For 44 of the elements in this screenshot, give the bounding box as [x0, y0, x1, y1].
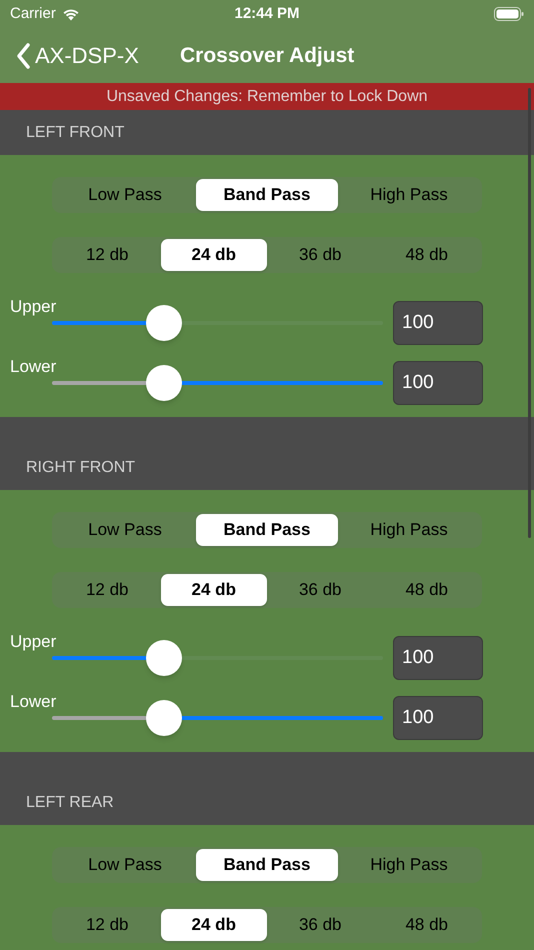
slider-label: Lower: [10, 356, 56, 378]
filter-tab[interactable]: High Pass: [338, 514, 480, 546]
filter-tab[interactable]: Band Pass: [196, 179, 338, 211]
slope-tab[interactable]: 36 db: [267, 574, 374, 606]
filter-tab[interactable]: Low Pass: [54, 514, 196, 546]
filter-tab[interactable]: Low Pass: [54, 179, 196, 211]
slider-label: Upper: [10, 296, 56, 318]
slope-tab[interactable]: 48 db: [374, 239, 480, 271]
carrier-label: Carrier: [10, 4, 56, 24]
slope-tab[interactable]: 12 db: [54, 239, 160, 271]
slope-tab[interactable]: 48 db: [374, 574, 480, 606]
slider-thumb[interactable]: [146, 700, 182, 736]
filter-tab[interactable]: Band Pass: [196, 514, 338, 546]
warning-banner: Unsaved Changes: Remember to Lock Down: [0, 83, 534, 110]
clock-time: 12:44 PM: [234, 4, 300, 24]
slope-tab[interactable]: 24 db: [160, 239, 267, 271]
slope-tab[interactable]: 12 db: [54, 909, 160, 941]
screen-title: Crossover Adjust: [180, 42, 354, 69]
slider-label: Upper: [10, 631, 56, 653]
filter-tab[interactable]: Low Pass: [54, 849, 196, 881]
filter-tab[interactable]: High Pass: [338, 849, 480, 881]
slope-tab[interactable]: 12 db: [54, 574, 160, 606]
filter-tab[interactable]: Band Pass: [196, 849, 338, 881]
section-title: RIGHT FRONT: [26, 458, 136, 478]
slope-tab[interactable]: 48 db: [374, 909, 480, 941]
slope-tab[interactable]: 24 db: [160, 574, 267, 606]
slope-tab[interactable]: 24 db: [160, 909, 267, 941]
slider-label: Lower: [10, 691, 56, 713]
slider-thumb[interactable]: [146, 365, 182, 401]
slope-tab[interactable]: 36 db: [267, 909, 374, 941]
section-title: LEFT REAR: [26, 793, 114, 813]
battery-icon: [494, 7, 524, 21]
back-button[interactable]: AX-DSP-X: [0, 39, 139, 72]
value-field[interactable]: 100: [393, 301, 483, 345]
value-field[interactable]: 100: [393, 696, 483, 740]
wifi-icon: [62, 8, 80, 20]
filter-tab[interactable]: High Pass: [338, 179, 480, 211]
chevron-left-icon: [16, 42, 31, 70]
value-field[interactable]: 100: [393, 636, 483, 680]
slider-thumb[interactable]: [146, 640, 182, 676]
slider-thumb[interactable]: [146, 305, 182, 341]
slope-tab[interactable]: 36 db: [267, 239, 374, 271]
value-field[interactable]: 100: [393, 361, 483, 405]
section-title: LEFT FRONT: [26, 122, 124, 142]
